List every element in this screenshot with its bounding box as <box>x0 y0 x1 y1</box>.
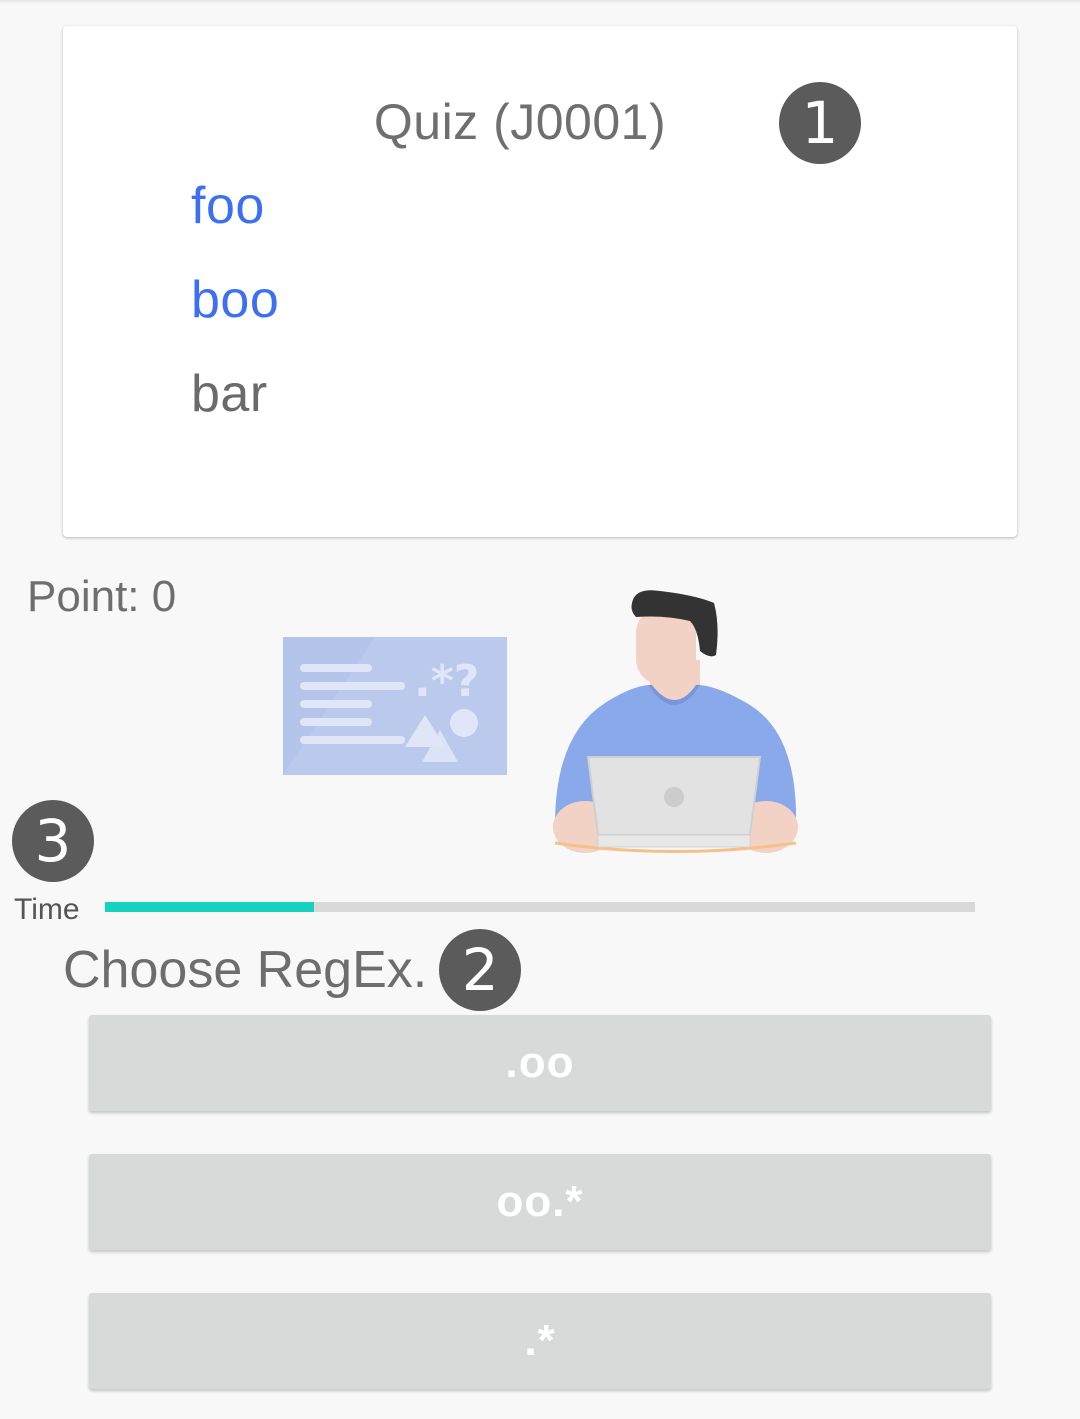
person-illustration <box>553 590 798 853</box>
time-progress-bar <box>105 902 975 912</box>
status-shadow <box>0 0 1080 4</box>
prompt-row: Choose RegEx. 2 <box>63 928 522 1012</box>
option-button-2[interactable]: oo.* <box>89 1154 991 1250</box>
quiz-header: Quiz (J0001) <box>63 82 1017 162</box>
time-label: Time <box>14 893 80 926</box>
test-string-foo: foo <box>191 177 265 235</box>
step-badge-1: 1 <box>779 82 861 164</box>
regex-board-illustration: .*? <box>283 637 507 775</box>
quiz-card: Quiz (J0001) 1 foo boo bar <box>63 26 1017 537</box>
option-button-1[interactable]: .oo <box>89 1015 991 1111</box>
regex-symbols: .*? <box>414 656 479 707</box>
quiz-title: Quiz (J0001) <box>373 94 667 150</box>
developer-illustration: .*? <box>283 590 798 853</box>
step-badge-2: 2 <box>439 929 522 1011</box>
option-button-3[interactable]: .* <box>89 1293 991 1389</box>
test-string-boo: boo <box>191 271 280 329</box>
time-progress-fill <box>105 902 314 912</box>
test-string-bar: bar <box>191 365 268 423</box>
prompt-label: Choose RegEx. <box>63 941 428 999</box>
step-badge-3: 3 <box>12 800 94 882</box>
score-label: Point: 0 <box>27 572 177 621</box>
